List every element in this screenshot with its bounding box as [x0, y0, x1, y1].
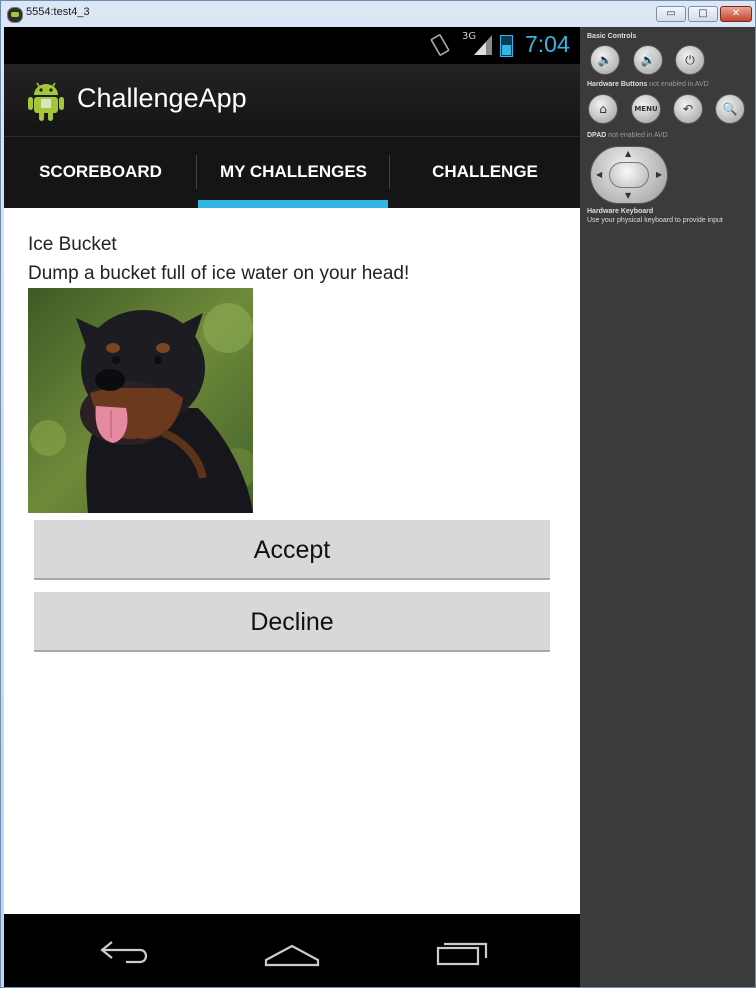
navigation-bar [4, 914, 580, 987]
home-icon[interactable] [262, 932, 322, 968]
recent-apps-icon[interactable] [432, 932, 492, 968]
power-icon[interactable]: ⏻ [675, 45, 705, 75]
tab-bar: SCOREBOARD MY CHALLENGES CHALLENGE [4, 136, 580, 208]
dpad-left-icon[interactable]: ◀ [596, 170, 602, 179]
search-icon[interactable]: 🔍 [715, 94, 745, 124]
rotation-lock-icon [429, 33, 451, 61]
maximize-button[interactable]: □ [688, 6, 718, 22]
dpad-heading: DPAD not enabled in AVD [587, 132, 668, 139]
dpad-control[interactable]: ▲ ▼ ◀ ▶ [590, 146, 668, 204]
hardware-buttons-heading: Hardware Buttons not enabled in AVD [587, 81, 709, 88]
home-hardware-icon[interactable]: ⌂ [588, 94, 618, 124]
dpad-right-icon[interactable]: ▶ [656, 170, 662, 179]
android-app-icon [7, 7, 23, 23]
dpad-up-icon[interactable]: ▲ [625, 149, 631, 158]
status-bar: 3G 7:04 [4, 27, 580, 64]
dpad-label: DPAD [587, 132, 607, 139]
challenge-content: Ice Bucket Dump a bucket full of ice wat… [4, 208, 580, 914]
hardware-keyboard-label: Hardware Keyboard [587, 208, 654, 215]
android-logo-icon[interactable] [28, 79, 64, 121]
decline-button[interactable]: Decline [34, 592, 550, 652]
status-clock: 7:04 [525, 31, 570, 57]
signal-strength-icon [474, 35, 492, 55]
hardware-buttons-note: not enabled in AVD [649, 81, 709, 88]
back-icon[interactable] [96, 932, 156, 968]
action-bar: ChallengeApp [4, 64, 580, 136]
dpad-center-button[interactable] [609, 162, 649, 188]
hardware-keyboard-description: Use your physical keyboard to provide in… [587, 217, 723, 224]
app-title: ChallengeApp [77, 83, 247, 113]
tab-my-challenges[interactable]: MY CHALLENGES [197, 137, 390, 208]
close-button[interactable]: ✕ [720, 6, 752, 22]
emulator-control-panel: Basic Controls 🔈 🔊 ⏻ Hardware Buttons no… [580, 27, 755, 987]
challenge-description: Dump a bucket full of ice water on your … [28, 263, 410, 284]
volume-up-icon[interactable]: 🔊 [633, 45, 663, 75]
window-title: 5554:test4_3 [26, 6, 90, 18]
emulator-window: 5554:test4_3 ▭ □ ✕ 3G 7:04 ChallengeApp … [0, 0, 756, 988]
back-hardware-icon[interactable]: ↶ [673, 94, 703, 124]
selected-tab-indicator [198, 200, 388, 208]
tab-challenge[interactable]: CHALLENGE [390, 137, 580, 208]
challenge-title: Ice Bucket [28, 234, 117, 255]
device-screen: 3G 7:04 ChallengeApp SCOREBOARD MY CHALL… [4, 27, 580, 987]
menu-button[interactable]: MENU [631, 94, 661, 124]
dpad-down-icon[interactable]: ▼ [625, 191, 631, 200]
hardware-buttons-label: Hardware Buttons [587, 81, 648, 88]
basic-controls-label: Basic Controls [587, 33, 637, 40]
volume-down-icon[interactable]: 🔈 [590, 45, 620, 75]
accept-button[interactable]: Accept [34, 520, 550, 580]
challenge-image [28, 288, 253, 513]
window-titlebar[interactable]: 5554:test4_3 ▭ □ ✕ [1, 1, 756, 27]
tab-scoreboard[interactable]: SCOREBOARD [4, 137, 197, 208]
battery-charging-icon [500, 35, 513, 57]
minimize-button[interactable]: ▭ [656, 6, 686, 22]
dpad-note: not enabled in AVD [608, 132, 668, 139]
